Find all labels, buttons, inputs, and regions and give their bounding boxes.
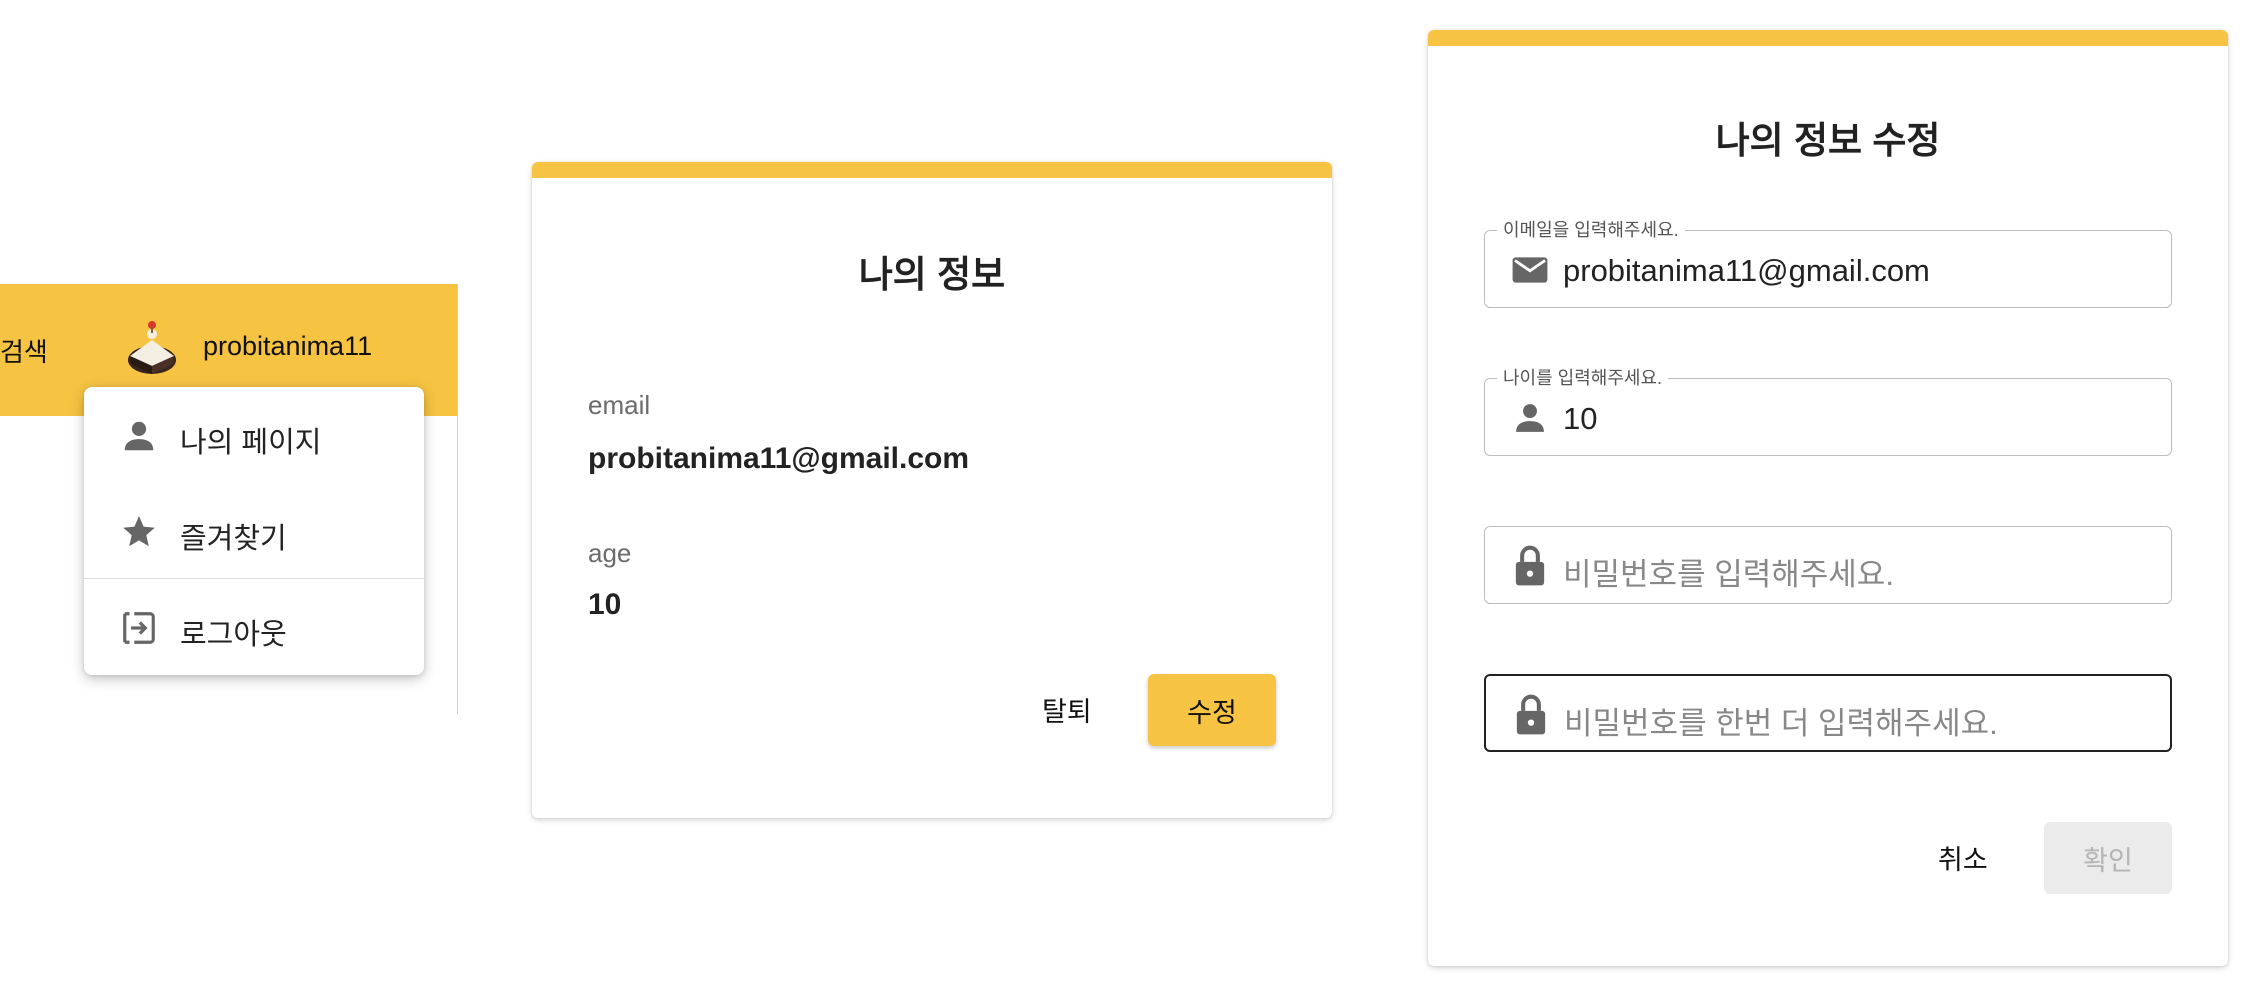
avatar[interactable]	[122, 316, 182, 378]
confirm-button[interactable]: 확인	[2044, 822, 2172, 894]
edit-title: 나의 정보 수정	[1715, 120, 1941, 161]
profile-card: 나의 정보 email probitanima11@gmail.com age …	[532, 162, 1332, 818]
withdraw-button[interactable]: 탈퇴	[1042, 690, 1092, 729]
age-field-value: 10	[1563, 401, 1598, 436]
star-icon	[123, 516, 155, 547]
age-value: 10	[588, 588, 622, 621]
edit-button[interactable]: 수정	[1148, 674, 1276, 746]
email-value: probitanima11@gmail.com	[588, 442, 970, 475]
email-field[interactable]: 이메일을 입력해주세요. probitanima11@gmail.com	[1484, 219, 2172, 308]
age-field[interactable]: 나이를 입력해주세요. 10	[1484, 367, 2172, 456]
menu-item-favorites[interactable]: 즐겨찾기	[84, 483, 424, 579]
cancel-button[interactable]: 취소	[1938, 838, 1988, 877]
username-button[interactable]: probitanima11	[203, 331, 372, 362]
password-confirm-placeholder: 비밀번호를 한번 더 입력해주세요.	[1564, 706, 1998, 741]
card-accent-bar	[1428, 30, 2228, 46]
menu-item-my-page[interactable]: 나의 페이지	[84, 387, 424, 483]
edit-profile-card: 나의 정보 수정 이메일을 입력해주세요. probitanima11@gmai…	[1428, 30, 2228, 966]
email-label: email	[588, 390, 651, 420]
user-dropdown-menu: 나의 페이지 즐겨찾기 로그아웃	[84, 387, 424, 675]
menu-item-label: 나의 페이지	[180, 427, 322, 459]
email-field-value: probitanima11@gmail.com	[1563, 253, 1930, 288]
logout-icon	[123, 612, 155, 644]
search-link[interactable]: 검색	[0, 332, 48, 369]
age-field-label: 나이를 입력해주세요.	[1497, 367, 1669, 389]
confirm-button-label: 확인	[2083, 845, 2133, 876]
divider	[457, 284, 458, 714]
password-placeholder: 비밀번호를 입력해주세요.	[1563, 557, 1894, 592]
mail-icon	[1512, 257, 1548, 283]
age-label: age	[588, 538, 632, 568]
email-field-label: 이메일을 입력해주세요.	[1497, 219, 1685, 241]
lock-icon	[1516, 694, 1546, 735]
lock-icon	[1515, 545, 1545, 586]
menu-item-label: 즐겨찾기	[180, 523, 287, 555]
password-field[interactable]: 비밀번호를 입력해주세요.	[1484, 526, 2172, 604]
card-accent-bar	[532, 162, 1332, 178]
menu-item-logout[interactable]: 로그아웃	[84, 579, 424, 675]
edit-button-label: 수정	[1187, 697, 1237, 728]
person-icon	[1516, 404, 1544, 432]
page-title: 나의 정보	[858, 254, 1006, 295]
password-confirm-field[interactable]: 비밀번호를 한번 더 입력해주세요.	[1484, 674, 2172, 752]
person-icon	[124, 421, 154, 451]
menu-item-label: 로그아웃	[180, 619, 287, 651]
